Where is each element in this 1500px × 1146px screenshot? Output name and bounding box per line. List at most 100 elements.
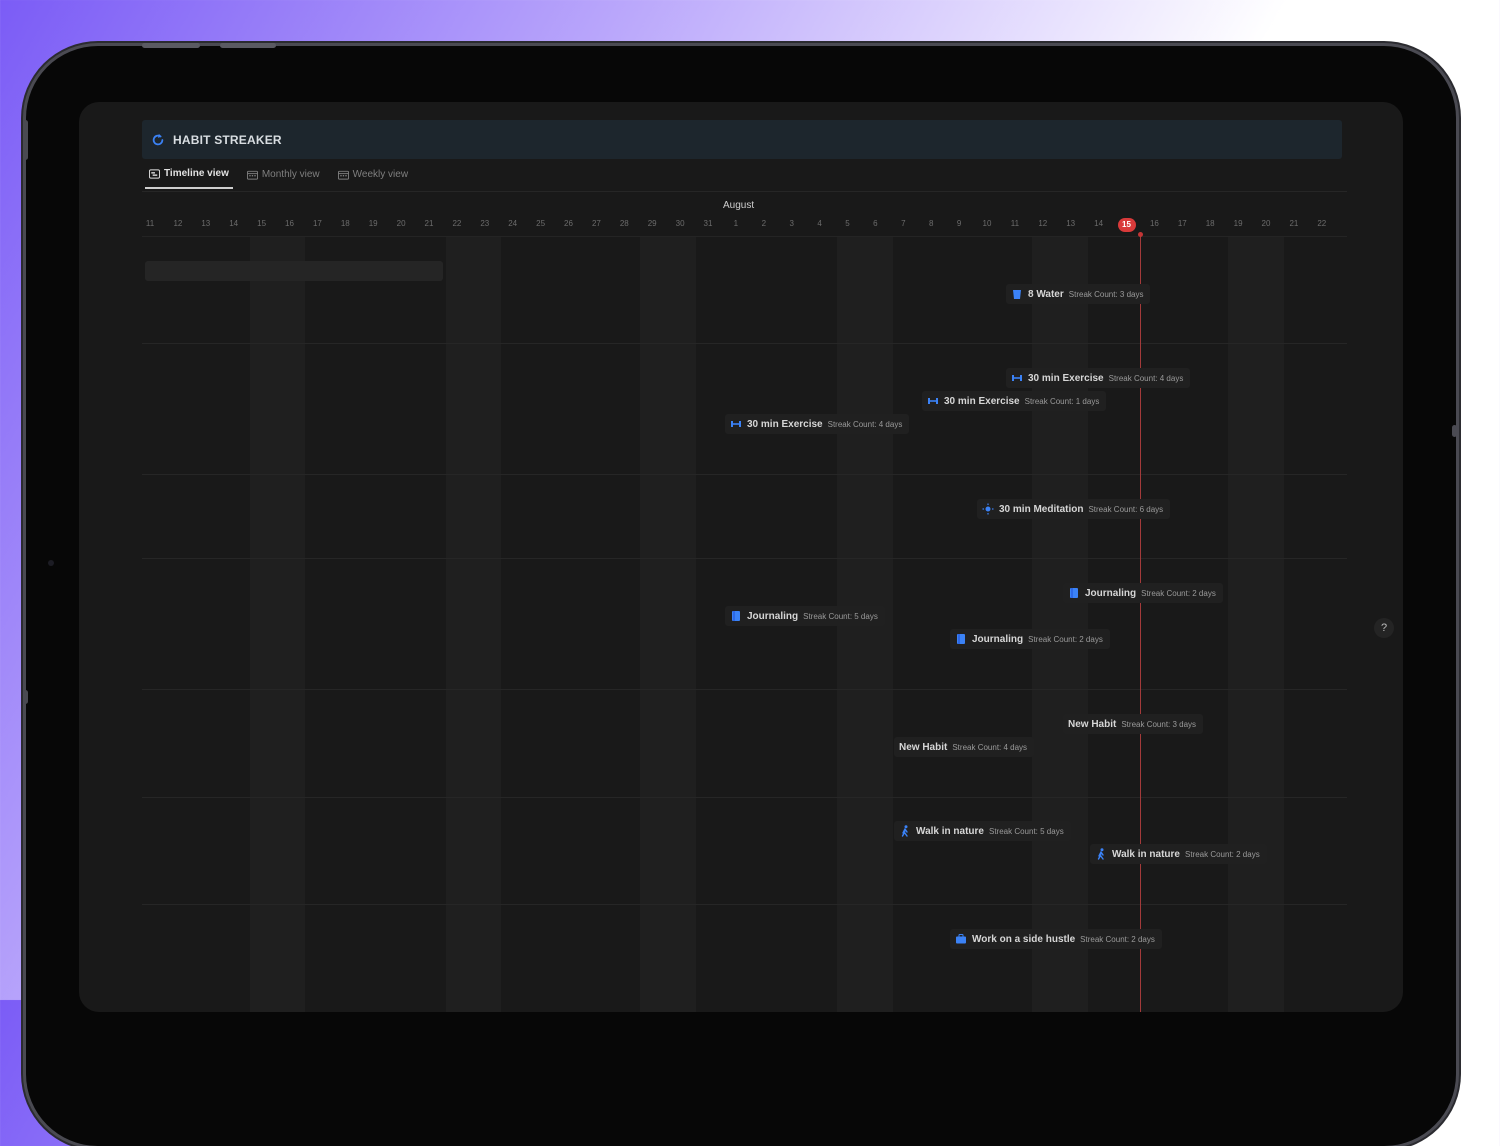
streak-count: Streak Count: 2 days [1141,588,1216,598]
date-label: 11 [145,219,155,228]
calendar-icon [337,170,349,180]
date-label: 17 [1177,219,1187,228]
weekend-column [640,237,696,1012]
date-label: 8 [928,219,934,228]
habit-name: New Habit [899,741,948,753]
app-header: HABIT STREAKER [142,120,1342,159]
habit-entry[interactable]: New Habit Streak Count: 3 days [1063,714,1204,734]
habit-entry[interactable]: 30 min Exercise Streak Count: 4 days [725,414,910,434]
timeline-icon [149,168,160,179]
date-axis: 11 12 13 14 15 16 17 18 19 20 21 22 23 24 25 26 27 28 29 30… [137,217,1347,232]
habit-entry[interactable]: Journaling Streak Count: 2 days [950,629,1110,649]
habit-entry[interactable]: New Habit Streak Count: 4 days [894,737,1035,757]
streak-count: Streak Count: 2 days [1184,849,1260,859]
row-divider [142,689,1347,690]
streak-count: Streak Count: 3 days [1121,719,1197,729]
streak-count: Streak Count: 1 days [1024,396,1100,406]
view-tabs: Timeline view Monthly view Weekly view [145,164,412,189]
habit-name: 30 min Exercise [747,418,823,430]
weekend-column [1032,237,1088,1012]
walker-icon [1097,848,1104,860]
device-side-button [23,120,28,160]
today-date-badge: 15 [1117,218,1136,232]
habit-entry[interactable]: 30 min Meditation Streak Count: 6 days [977,499,1171,519]
date-label: 17 [312,219,322,228]
habit-entry[interactable]: Walk in nature Streak Count: 2 days [1090,844,1267,864]
date-label: 6 [873,219,878,228]
dumbbell-icon [928,398,938,404]
habit-entry[interactable]: 30 min Exercise Streak Count: 1 days [922,391,1107,411]
streak-count: Streak Count: 3 days [1068,289,1144,299]
tabs-divider [142,191,1347,192]
date-label: 22 [1317,219,1327,228]
date-label: 16 [1149,219,1159,228]
date-label: 20 [1261,219,1271,228]
habit-name: 30 min Exercise [944,395,1020,407]
date-label: 13 [1066,219,1076,228]
streak-count: Streak Count: 4 days [952,742,1028,752]
date-label: 12 [173,219,183,228]
placeholder-bar [145,261,443,281]
row-divider [142,343,1347,344]
camera-icon [48,560,54,566]
date-label: 29 [647,219,657,228]
book-icon [732,611,740,621]
habit-entry[interactable]: 8 Water Streak Count: 3 days [1006,284,1151,304]
streak-count: Streak Count: 6 days [1088,504,1164,514]
date-label: 4 [817,219,822,228]
calendar-icon [246,170,258,180]
today-marker-dot [1138,232,1143,237]
device-button [220,43,276,48]
habit-name: Journaling [1085,587,1137,599]
habit-name: New Habit [1068,718,1117,730]
date-label: 20 [396,219,406,228]
date-label: 10 [982,219,992,228]
date-label: 28 [619,219,629,228]
weekend-column [1228,237,1284,1012]
habit-name: Journaling [972,633,1024,645]
date-label: 3 [789,219,794,228]
tab-timeline-view[interactable]: Timeline view [145,164,233,189]
date-label: 14 [1094,219,1104,228]
date-axis-divider [142,236,1347,237]
streak-count: Streak Count: 5 days [803,611,878,621]
date-label: 7 [901,219,906,228]
streak-count: Streak Count: 2 days [1080,934,1155,944]
refresh-icon [152,133,164,145]
today-marker-line [1140,234,1141,1012]
date-label: 21 [1289,219,1299,228]
date-label: 13 [201,219,211,228]
help-button[interactable]: ? [1374,618,1394,638]
date-label: 30 [675,219,685,228]
date-label: 22 [452,219,462,228]
streak-count: Streak Count: 4 days [827,419,903,429]
date-label: 9 [956,219,962,228]
date-label: 2 [761,219,767,228]
habit-name: Walk in nature [1112,848,1180,860]
date-label: 19 [1233,219,1243,228]
date-label: 27 [591,219,601,228]
habit-entry[interactable]: 30 min Exercise Streak Count: 4 days [1006,368,1191,388]
habit-entry[interactable]: Journaling Streak Count: 5 days [725,606,885,626]
device-button [142,43,200,48]
sun-icon [982,503,994,515]
date-label: 11 [1010,219,1020,228]
date-label: 24 [508,219,518,228]
habit-entry[interactable]: Journaling Streak Count: 2 days [1063,583,1223,603]
date-label: 18 [1205,219,1215,228]
dumbbell-icon [731,421,741,427]
weekend-column [250,237,305,1012]
habit-name: Walk in nature [916,825,984,837]
habit-entry[interactable]: Walk in nature Streak Count: 5 days [894,821,1071,841]
date-label: 21 [424,219,434,228]
habit-name: 30 min Meditation [999,503,1084,515]
date-label: 15 [257,219,267,228]
tab-monthly-view[interactable]: Monthly view [243,164,324,189]
book-icon [957,634,965,644]
device-side-button [1452,425,1457,437]
row-divider [142,904,1347,905]
date-label: 18 [340,219,350,228]
habit-entry[interactable]: Work on a side hustle Streak Count: 2 da… [950,929,1162,949]
tab-weekly-view[interactable]: Weekly view [334,164,412,189]
tab-label: Timeline view [164,168,229,179]
